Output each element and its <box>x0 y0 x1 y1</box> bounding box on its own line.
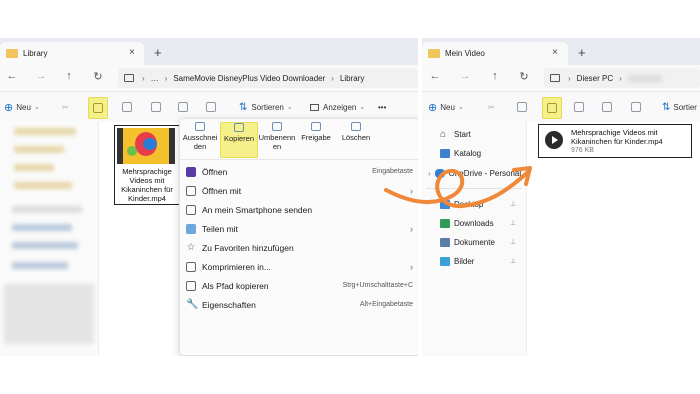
copy-paste-arrow-icon <box>384 166 532 209</box>
